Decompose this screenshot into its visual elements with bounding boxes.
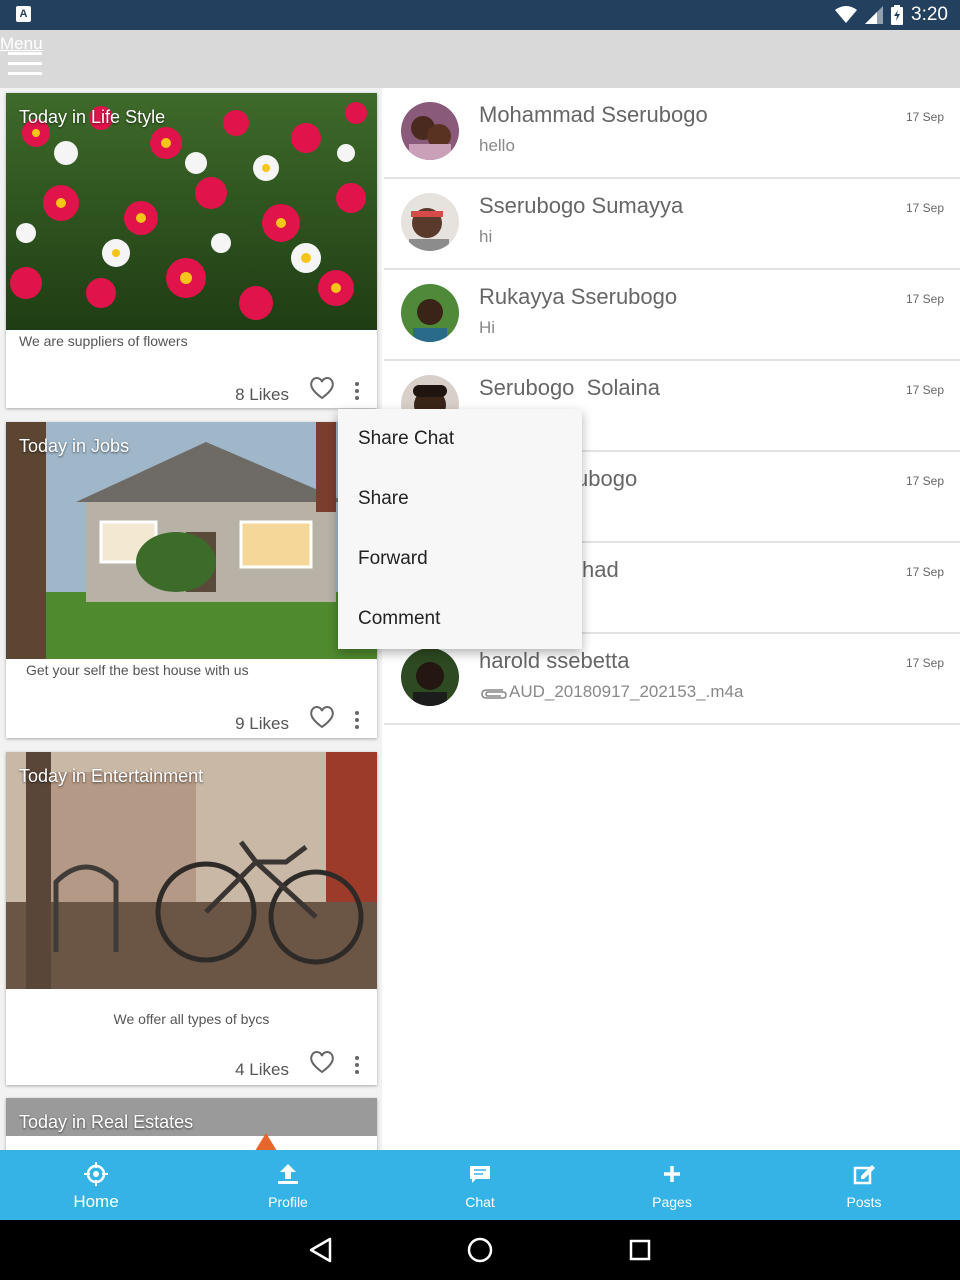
avatar[interactable] bbox=[401, 284, 459, 342]
chat-date: 17 Sep bbox=[905, 201, 944, 215]
chat-date: 17 Sep bbox=[905, 383, 944, 397]
home-target-icon bbox=[84, 1162, 108, 1186]
chat-list-item[interactable]: Sserubogo Sumayya hi 17 Sep bbox=[384, 179, 960, 270]
nav-home[interactable]: Home bbox=[0, 1150, 192, 1220]
chat-contact-name: had bbox=[582, 557, 619, 582]
plus-icon bbox=[664, 1166, 680, 1182]
avatar[interactable] bbox=[401, 648, 459, 706]
wifi-icon bbox=[835, 6, 858, 23]
nav-profile[interactable]: Profile bbox=[192, 1150, 384, 1220]
likes-count: 8 Likes bbox=[235, 385, 289, 404]
action-bar: Menu bbox=[0, 30, 960, 88]
feed-card[interactable]: Today in Entertainment We offer all type… bbox=[6, 752, 377, 1085]
avatar[interactable] bbox=[401, 193, 459, 251]
card-category-title: Today in Jobs bbox=[19, 436, 130, 456]
upload-icon bbox=[278, 1164, 298, 1184]
feed-card[interactable]: Today in Life Style We are suppliers of … bbox=[6, 93, 377, 408]
card-caption: We are suppliers of flowers bbox=[19, 333, 188, 349]
feed-card[interactable]: Today in Real Estates bbox=[6, 1098, 377, 1150]
chat-contact-name: Mohammad Sserubogo bbox=[479, 102, 708, 127]
chat-date: 17 Sep bbox=[905, 292, 944, 306]
likes-count: 4 Likes bbox=[235, 1060, 289, 1079]
nav-chat[interactable]: Chat bbox=[384, 1150, 576, 1220]
status-bar: A 3:20 bbox=[0, 0, 960, 30]
recents-square-icon[interactable] bbox=[628, 1236, 652, 1264]
feed-card[interactable]: Today in Jobs Get your self the best hou… bbox=[6, 422, 377, 738]
menu-label[interactable]: Menu bbox=[0, 34, 43, 54]
chat-contact-name: ubogo bbox=[576, 466, 638, 491]
card-caption: We offer all types of bycs bbox=[113, 1011, 270, 1027]
chat-date: 17 Sep bbox=[905, 656, 944, 670]
bottom-navigation: Home Profile Chat Pages Posts bbox=[0, 1150, 960, 1220]
card-category-title: Today in Entertainment bbox=[19, 766, 204, 786]
card-category-title: Today in Real Estates bbox=[19, 1112, 194, 1132]
attachment-filename: AUD_20180917_202153_.m4a bbox=[509, 682, 744, 701]
heart-like-icon[interactable] bbox=[309, 705, 335, 729]
nav-pages[interactable]: Pages bbox=[576, 1150, 768, 1220]
chat-last-message: hi bbox=[479, 227, 493, 246]
chat-date: 17 Sep bbox=[905, 565, 944, 579]
menu-item-share[interactable]: Share bbox=[338, 469, 582, 529]
chat-last-message: Hi bbox=[479, 318, 496, 337]
chat-list-item[interactable]: Mohammad Sserubogo hello 17 Sep bbox=[384, 88, 960, 179]
popup-menu: Share Chat Share Forward Comment bbox=[338, 409, 582, 649]
likes-count: 9 Likes bbox=[235, 714, 289, 733]
nav-label: Home bbox=[73, 1192, 119, 1211]
menu-item-share-chat[interactable]: Share Chat bbox=[338, 409, 582, 469]
hamburger-menu-icon[interactable] bbox=[8, 52, 42, 76]
chat-date: 17 Sep bbox=[905, 474, 944, 488]
nav-label: Pages bbox=[652, 1194, 692, 1210]
flowers-photo[interactable] bbox=[6, 93, 377, 330]
nav-label: Posts bbox=[846, 1194, 882, 1210]
chat-bubble-icon bbox=[470, 1166, 490, 1183]
house-photo[interactable] bbox=[6, 422, 377, 659]
card-photo-strip bbox=[6, 1136, 377, 1150]
chat-contact-name: Serubogo Solaina bbox=[479, 375, 661, 400]
chat-date: 17 Sep bbox=[905, 110, 944, 124]
menu-item-forward[interactable]: Forward bbox=[338, 529, 582, 589]
back-icon[interactable] bbox=[308, 1236, 334, 1264]
home-circle-icon[interactable] bbox=[466, 1236, 494, 1264]
card-category-title: Today in Life Style bbox=[19, 107, 166, 127]
chat-list-item[interactable]: Rukayya Sserubogo Hi 17 Sep bbox=[384, 270, 960, 361]
nav-label: Chat bbox=[465, 1194, 495, 1210]
clock: 3:20 bbox=[911, 4, 948, 25]
system-navigation-bar bbox=[0, 1220, 960, 1280]
card-caption: Get your self the best house with us bbox=[26, 662, 249, 678]
battery-icon bbox=[891, 5, 904, 25]
chat-last-message: hello bbox=[479, 136, 515, 155]
chat-last-message: AUD_20180917_202153_.m4a bbox=[479, 682, 743, 702]
notification-app-icon: A bbox=[16, 6, 31, 22]
nav-label: Profile bbox=[268, 1194, 308, 1210]
chat-contact-name: harold ssebetta bbox=[479, 648, 630, 673]
more-options-icon[interactable] bbox=[353, 1054, 361, 1076]
news-feed[interactable]: Today in Life Style We are suppliers of … bbox=[0, 88, 382, 1150]
menu-item-comment[interactable]: Comment bbox=[338, 589, 582, 649]
attachment-icon bbox=[481, 688, 507, 699]
chat-contact-name: Rukayya Sserubogo bbox=[479, 284, 678, 309]
avatar[interactable] bbox=[401, 102, 459, 160]
heart-like-icon[interactable] bbox=[309, 376, 335, 400]
chat-contact-name: Sserubogo Sumayya bbox=[479, 193, 684, 218]
more-options-icon[interactable] bbox=[353, 709, 361, 731]
bicycle-photo[interactable] bbox=[6, 752, 377, 989]
heart-like-icon[interactable] bbox=[309, 1050, 335, 1074]
edit-post-icon bbox=[853, 1165, 875, 1185]
signal-icon bbox=[865, 6, 884, 24]
more-options-icon[interactable] bbox=[353, 380, 361, 402]
orange-marker-icon bbox=[255, 1133, 277, 1150]
nav-posts[interactable]: Posts bbox=[768, 1150, 960, 1220]
